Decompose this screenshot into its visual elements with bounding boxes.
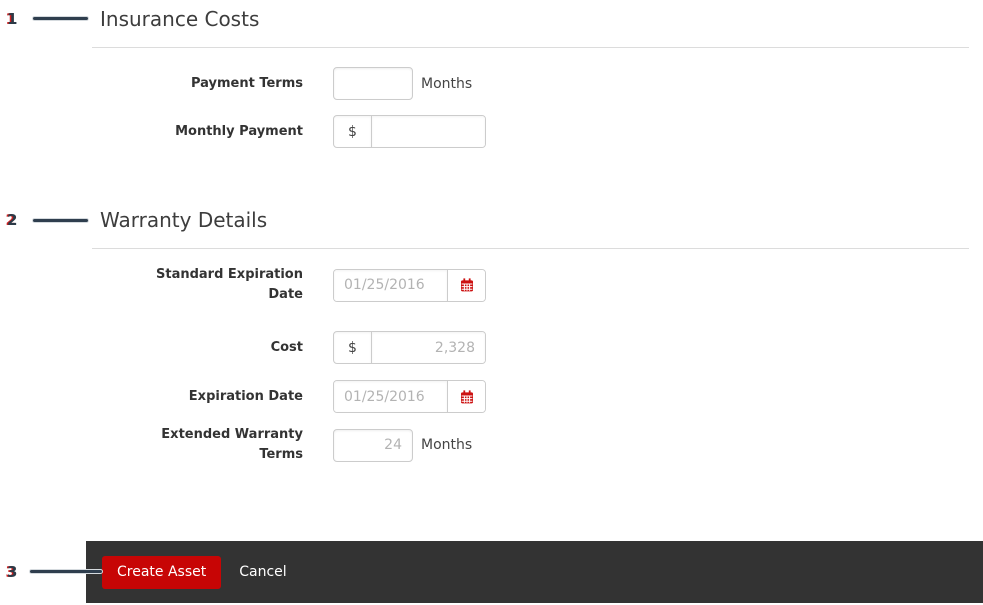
section-divider: [92, 248, 969, 249]
payment-terms-control: Months: [333, 67, 472, 100]
expiration-date-label: Expiration Date: [188, 388, 303, 404]
extended-warranty-terms-suffix: Months: [421, 437, 473, 453]
expiration-date-group: [333, 380, 486, 413]
monthly-payment-label: Monthly Payment: [175, 123, 303, 139]
monthly-payment-input[interactable]: [372, 116, 485, 147]
currency-prefix: $: [334, 332, 372, 363]
form-row-monthly-payment: Monthly Payment $: [100, 115, 969, 148]
insurance-costs-section: Insurance Costs Payment Terms Months Mon…: [92, 7, 969, 148]
cancel-link[interactable]: Cancel: [239, 564, 286, 580]
callout-number-1: 1: [7, 10, 18, 28]
payment-terms-label: Payment Terms: [190, 75, 303, 91]
form-row-extended-warranty-terms: Extended Warranty Terms Months: [100, 425, 969, 465]
form-row-cost: Cost $: [100, 331, 969, 364]
warranty-details-section: Warranty Details Standard Expiration Dat…: [92, 208, 969, 465]
calendar-icon: [460, 278, 473, 292]
payment-terms-suffix: Months: [421, 75, 473, 92]
section-title-warranty-details: Warranty Details: [100, 208, 268, 232]
callout-line-2: [33, 219, 88, 222]
expiration-date-input[interactable]: [334, 381, 447, 412]
standard-expiration-date-label: Standard Expiration Date: [156, 267, 303, 302]
section-divider: [92, 47, 969, 48]
currency-prefix: $: [334, 116, 372, 147]
monthly-payment-control: $: [333, 115, 486, 148]
form-row-expiration-date: Expiration Date: [100, 380, 969, 413]
calendar-icon: [460, 389, 473, 403]
cost-control: $: [333, 331, 486, 364]
section-title-insurance-costs: Insurance Costs: [100, 7, 260, 31]
standard-expiration-date-group: [333, 268, 486, 302]
form-row-payment-terms: Payment Terms Months: [100, 67, 969, 100]
payment-terms-input[interactable]: [333, 67, 413, 100]
form-row-standard-expiration-date: Standard Expiration Date: [100, 265, 969, 305]
cost-group: $: [333, 331, 486, 364]
callout-number-2: 2: [7, 211, 18, 229]
form-action-bar: Create Asset Cancel: [86, 541, 983, 603]
extended-warranty-terms-label: Extended Warranty Terms: [161, 427, 303, 462]
extended-warranty-terms-input[interactable]: [333, 428, 413, 462]
expiration-date-control: [333, 380, 486, 413]
monthly-payment-group: $: [333, 115, 486, 148]
form-content: Insurance Costs Payment Terms Months Mon…: [92, 0, 969, 465]
asset-form-page: Insurance Costs Payment Terms Months Mon…: [0, 0, 983, 605]
expiration-date-calendar-button[interactable]: [447, 381, 485, 412]
extended-warranty-terms-control: Months: [333, 428, 473, 462]
callout-line-3: [30, 570, 102, 573]
cost-input[interactable]: [372, 332, 485, 363]
create-asset-button[interactable]: Create Asset: [102, 555, 222, 589]
standard-expiration-date-control: [333, 268, 486, 302]
callout-line-1: [33, 17, 88, 20]
standard-expiration-date-calendar-button[interactable]: [447, 269, 485, 301]
cost-label: Cost: [270, 339, 303, 355]
standard-expiration-date-input[interactable]: [334, 269, 447, 301]
callout-number-3: 3: [7, 563, 18, 581]
